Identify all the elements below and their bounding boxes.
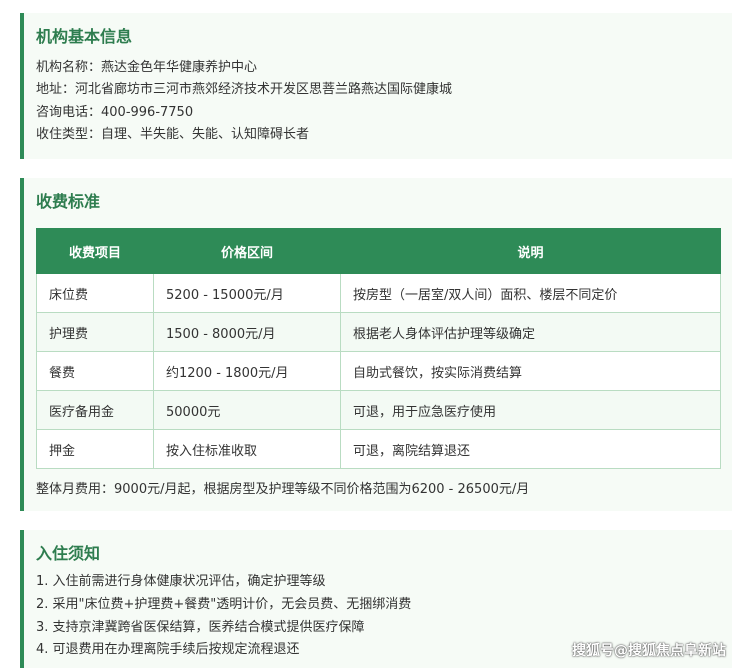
table-row: 床位费 5200 - 15000元/月 按房型（一居室/双人间）面积、楼层不同定… — [36, 273, 721, 313]
table-row: 餐费 约1200 - 1800元/月 自助式餐饮，按实际消费结算 — [36, 351, 721, 391]
institution-address: 地址：河北省廊坊市三河市燕郊经济技术开发区思菩兰路燕达国际健康城 — [36, 82, 453, 97]
notice-item: 4. 可退费用在办理离院手续后按规定流程退还 — [36, 642, 300, 657]
cell-price-range: 50000元 — [153, 390, 341, 430]
cell-price-range: 约1200 - 1800元/月 — [153, 351, 341, 391]
admission-types: 收住类型：自理、半失能、失能、认知障碍长者 — [36, 127, 310, 142]
fee-standard-section: 收费标准 收费项目 价格区间 说明 床位费 5200 - 15000元/月 按房… — [20, 178, 732, 511]
table-header-row: 收费项目 价格区间 说明 — [36, 228, 721, 274]
section-title: 入住须知 — [36, 544, 101, 563]
cell-price-range: 5200 - 15000元/月 — [153, 273, 341, 313]
watermark: 搜狐号@搜狐焦点阜新站 — [572, 643, 726, 659]
institution-name: 机构名称：燕达金色年华健康养护中心 — [36, 60, 258, 75]
consult-phone: 咨询电话：400-996-7750 — [36, 105, 194, 120]
cell-description: 按房型（一居室/双人间）面积、楼层不同定价 — [340, 273, 721, 313]
cell-fee-item: 护理费 — [36, 312, 154, 352]
notice-item: 1. 入住前需进行身体健康状况评估，确定护理等级 — [36, 574, 326, 589]
cell-description: 自助式餐饮，按实际消费结算 — [340, 351, 721, 391]
notice-item: 2. 采用"床位费+护理费+餐费"透明计价，无会员费、无捆绑消费 — [36, 597, 412, 612]
table-row: 护理费 1500 - 8000元/月 根据老人身体评估护理等级确定 — [36, 312, 721, 352]
cell-fee-item: 押金 — [36, 429, 154, 469]
cell-price-range: 1500 - 8000元/月 — [153, 312, 341, 352]
cell-description: 可退，用于应急医疗使用 — [340, 390, 721, 430]
notice-item: 3. 支持京津冀跨省医保结算，医养结合模式提供医疗保障 — [36, 620, 365, 635]
cell-fee-item: 床位费 — [36, 273, 154, 313]
header-price-range: 价格区间 — [153, 228, 341, 274]
institution-info-section: 机构基本信息 机构名称：燕达金色年华健康养护中心 地址：河北省廊坊市三河市燕郊经… — [20, 13, 732, 159]
cell-fee-item: 餐费 — [36, 351, 154, 391]
table-row: 押金 按入住标准收取 可退，离院结算退还 — [36, 429, 721, 469]
cell-description: 根据老人身体评估护理等级确定 — [340, 312, 721, 352]
fee-summary: 整体月费用：9000元/月起，根据房型及护理等级不同价格范围为6200 - 26… — [36, 482, 530, 497]
cell-price-range: 按入住标准收取 — [153, 429, 341, 469]
fee-table: 收费项目 价格区间 说明 床位费 5200 - 15000元/月 按房型（一居室… — [36, 228, 721, 469]
section-title: 机构基本信息 — [36, 27, 133, 46]
section-title: 收费标准 — [36, 192, 101, 211]
cell-description: 可退，离院结算退还 — [340, 429, 721, 469]
table-row: 医疗备用金 50000元 可退，用于应急医疗使用 — [36, 390, 721, 430]
header-fee-item: 收费项目 — [36, 228, 154, 274]
header-description: 说明 — [340, 228, 721, 274]
cell-fee-item: 医疗备用金 — [36, 390, 154, 430]
